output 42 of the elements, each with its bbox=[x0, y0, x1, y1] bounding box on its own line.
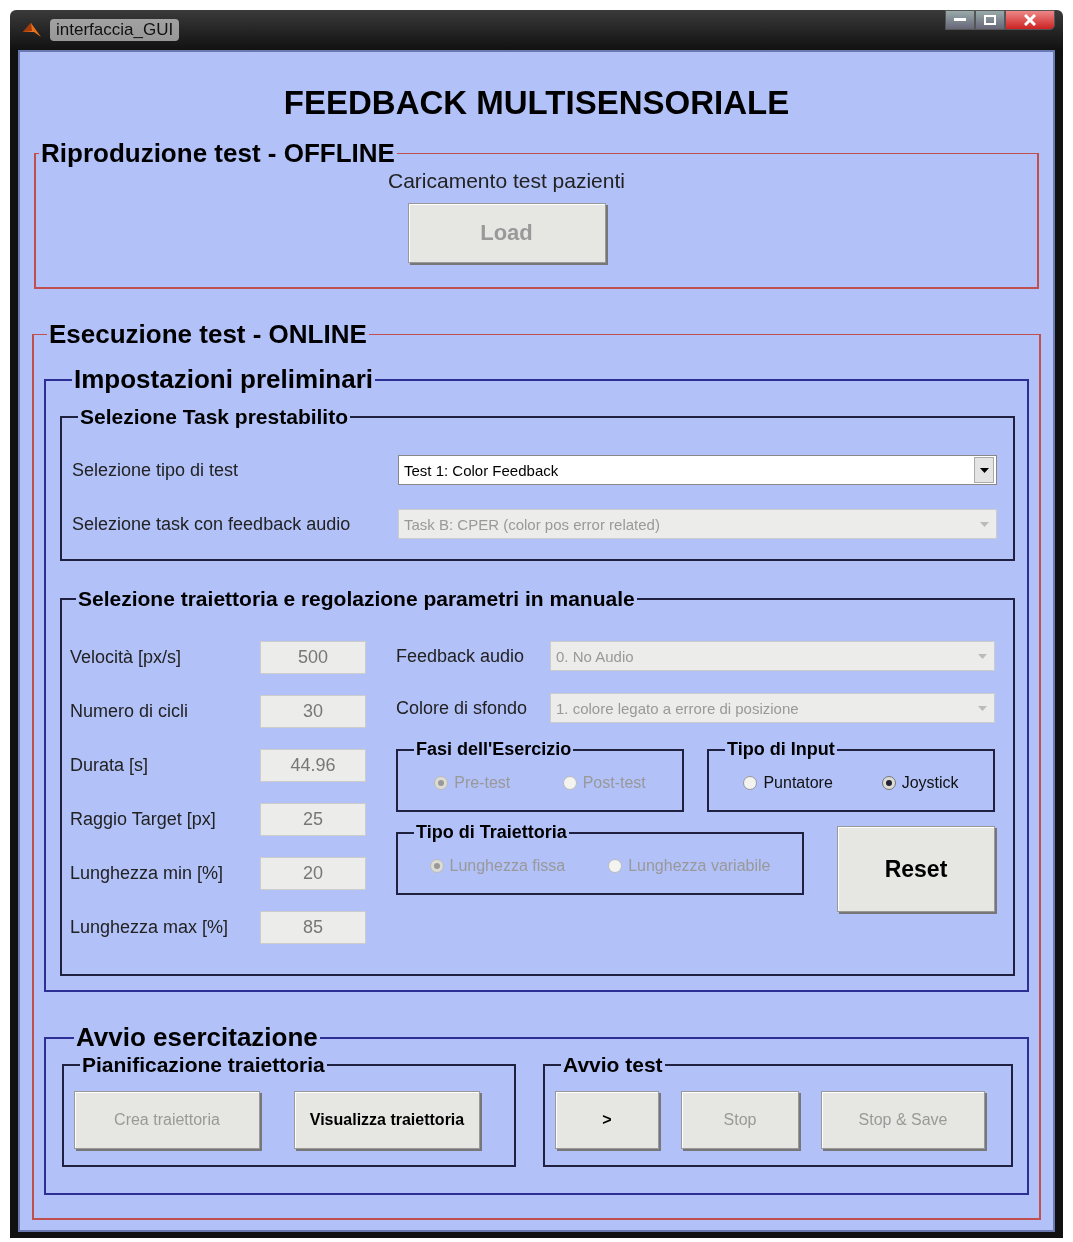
group-title: Pianificazione traiettoria bbox=[81, 1053, 326, 1077]
dropdown[interactable]: Test 1: Color Feedback bbox=[398, 455, 997, 485]
group-title: Avvio test bbox=[562, 1053, 664, 1077]
panel-title: Selezione traiettoria e regolazione parametri in manuale bbox=[77, 587, 636, 611]
field-label: Feedback audio bbox=[396, 645, 526, 667]
group-title: Fasi dell'Esercizio bbox=[415, 739, 573, 760]
dropdown-arrow-icon bbox=[979, 467, 989, 473]
close-icon bbox=[1024, 14, 1036, 26]
radio-button[interactable] bbox=[743, 776, 758, 790]
field-label: Raggio Target [px] bbox=[70, 809, 216, 830]
panel-title: Riproduzione test - OFFLINE bbox=[40, 138, 396, 169]
panel-title: Selezione Task prestabilito bbox=[79, 405, 350, 429]
dropdown-arrow-icon bbox=[977, 653, 987, 659]
group-title: Tipo di Traiettoria bbox=[415, 822, 568, 843]
action-button[interactable]: > bbox=[555, 1091, 659, 1149]
maximize-icon bbox=[984, 15, 996, 25]
radio-option[interactable]: Joystick bbox=[881, 774, 959, 792]
dropdown-arrow-icon bbox=[979, 521, 989, 527]
panel-title: Avvio esercitazione bbox=[75, 1022, 319, 1053]
field-label: Selezione task con feedback audio bbox=[72, 513, 352, 535]
field-label: Velocità [px/s] bbox=[70, 647, 182, 668]
minimize-button[interactable] bbox=[945, 10, 975, 30]
radio-option[interactable]: Puntatore bbox=[743, 774, 833, 792]
group-title: Tipo di Input bbox=[726, 739, 836, 760]
close-button[interactable] bbox=[1005, 10, 1055, 30]
minimize-icon bbox=[954, 18, 966, 22]
reset-button[interactable]: Reset bbox=[837, 826, 995, 912]
field-label: Colore di sfondo bbox=[396, 697, 529, 719]
dropdown-arrow-icon bbox=[977, 705, 987, 711]
field-label: Numero di cicli bbox=[70, 701, 189, 722]
panel-title: Esecuzione test - ONLINE bbox=[48, 319, 368, 350]
app-heading: FEEDBACK MULTISENSORIALE bbox=[282, 84, 791, 122]
field-label: Selezione tipo di test bbox=[72, 459, 240, 481]
field-label: Lunghezza min [%] bbox=[70, 863, 224, 884]
action-button[interactable]: Visualizza traiettoria bbox=[294, 1091, 480, 1149]
field-label: Durata [s] bbox=[70, 755, 149, 776]
window-title: interfaccia_GUI bbox=[50, 19, 180, 41]
radio-button[interactable] bbox=[881, 776, 896, 790]
panel-title: Impostazioni preliminari bbox=[73, 364, 375, 395]
maximize-button[interactable] bbox=[975, 10, 1005, 30]
field-label: Lunghezza max [%] bbox=[70, 917, 229, 938]
caption-text: Caricamento test pazienti bbox=[388, 169, 625, 193]
